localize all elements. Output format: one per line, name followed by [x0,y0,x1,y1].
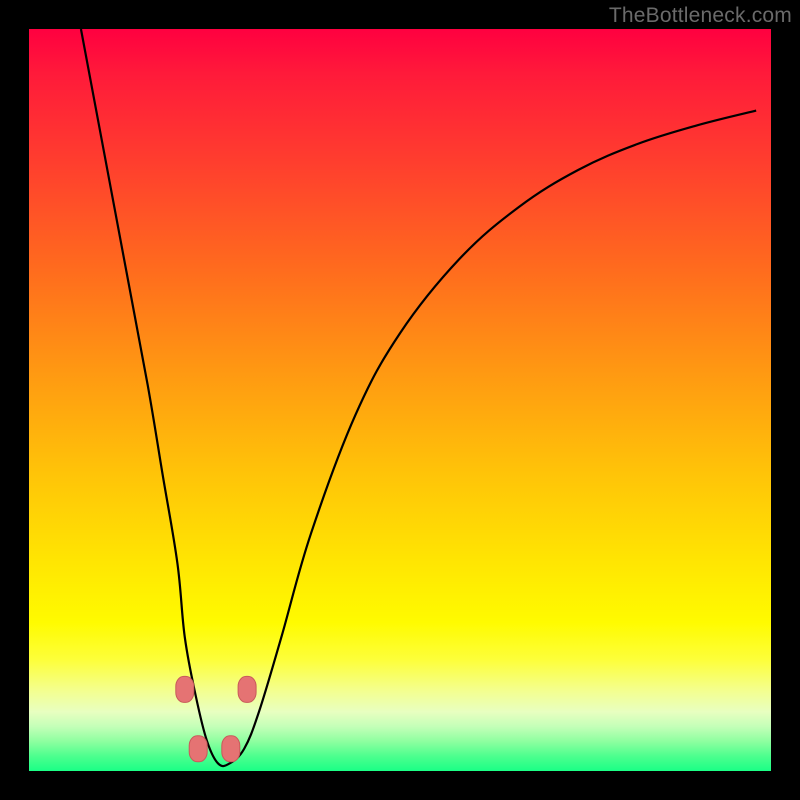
curve-marker [189,736,207,762]
chart-frame: TheBottleneck.com [0,0,800,800]
curve-marker [176,676,194,702]
bottleneck-curve [81,29,756,766]
plot-area [29,29,771,771]
watermark-text: TheBottleneck.com [609,4,792,28]
chart-svg [29,29,771,771]
curve-marker [222,736,240,762]
curve-marker [238,676,256,702]
